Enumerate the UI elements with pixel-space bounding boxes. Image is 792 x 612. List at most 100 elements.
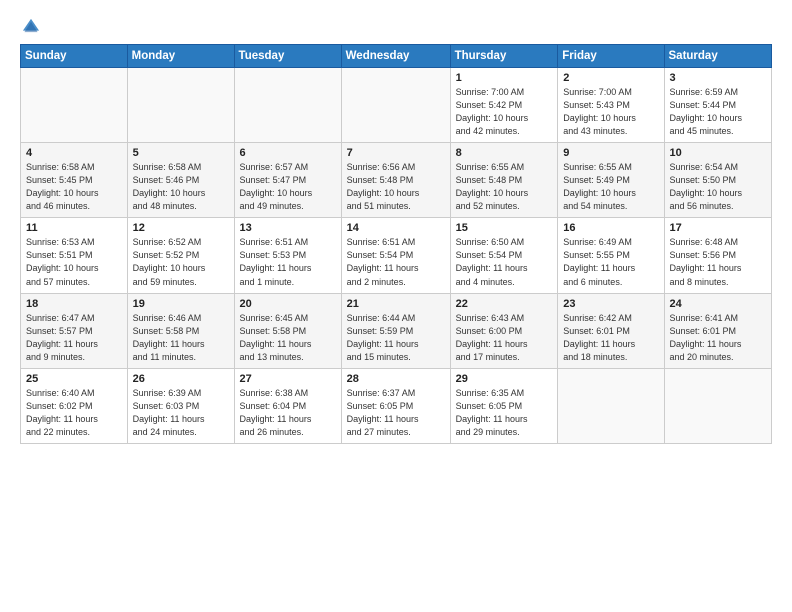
calendar-cell	[234, 68, 341, 143]
day-number: 2	[563, 72, 658, 84]
day-info: Sunrise: 6:40 AMSunset: 6:02 PMDaylight:…	[26, 387, 122, 439]
page-header	[20, 16, 772, 38]
calendar-cell	[558, 368, 664, 443]
calendar-cell: 23 Sunrise: 6:42 AMSunset: 6:01 PMDayligh…	[558, 293, 664, 368]
day-number: 18	[26, 298, 122, 310]
day-number: 28	[347, 373, 445, 385]
day-number: 26	[133, 373, 229, 385]
day-info: Sunrise: 6:53 AMSunset: 5:51 PMDaylight:…	[26, 236, 122, 288]
calendar-dow-tuesday: Tuesday	[234, 45, 341, 68]
day-info: Sunrise: 6:38 AMSunset: 6:04 PMDaylight:…	[240, 387, 336, 439]
calendar-dow-sunday: Sunday	[21, 45, 128, 68]
calendar-cell	[127, 68, 234, 143]
logo-icon	[20, 16, 42, 38]
day-info: Sunrise: 6:58 AMSunset: 5:46 PMDaylight:…	[133, 161, 229, 213]
calendar-cell: 20 Sunrise: 6:45 AMSunset: 5:58 PMDayligh…	[234, 293, 341, 368]
day-info: Sunrise: 6:52 AMSunset: 5:52 PMDaylight:…	[133, 236, 229, 288]
day-number: 8	[456, 147, 553, 159]
calendar-cell: 25 Sunrise: 6:40 AMSunset: 6:02 PMDayligh…	[21, 368, 128, 443]
day-number: 16	[563, 222, 658, 234]
calendar-week-row: 25 Sunrise: 6:40 AMSunset: 6:02 PMDayligh…	[21, 368, 772, 443]
day-info: Sunrise: 6:42 AMSunset: 6:01 PMDaylight:…	[563, 312, 658, 364]
day-number: 13	[240, 222, 336, 234]
calendar-table: SundayMondayTuesdayWednesdayThursdayFrid…	[20, 44, 772, 444]
day-number: 7	[347, 147, 445, 159]
calendar-cell: 19Sunrise: 6:46 AMSunset: 5:58 PMDayligh…	[127, 293, 234, 368]
day-info: Sunrise: 6:57 AMSunset: 5:47 PMDaylight:…	[240, 161, 336, 213]
day-info: Sunrise: 6:55 AMSunset: 5:48 PMDaylight:…	[456, 161, 553, 213]
calendar-cell: 21 Sunrise: 6:44 AMSunset: 5:59 PMDayligh…	[341, 293, 450, 368]
calendar-week-row: 11 Sunrise: 6:53 AMSunset: 5:51 PMDayligh…	[21, 218, 772, 293]
day-number: 29	[456, 373, 553, 385]
day-info: Sunrise: 6:49 AMSunset: 5:55 PMDaylight:…	[563, 236, 658, 288]
calendar-cell	[21, 68, 128, 143]
calendar-cell: 10 Sunrise: 6:54 AMSunset: 5:50 PMDayligh…	[664, 143, 772, 218]
day-info: Sunrise: 6:48 AMSunset: 5:56 PMDaylight:…	[670, 236, 767, 288]
calendar-cell: 3Sunrise: 6:59 AMSunset: 5:44 PMDaylight…	[664, 68, 772, 143]
calendar-cell: 14 Sunrise: 6:51 AMSunset: 5:54 PMDayligh…	[341, 218, 450, 293]
calendar-cell: 12 Sunrise: 6:52 AMSunset: 5:52 PMDayligh…	[127, 218, 234, 293]
day-info: Sunrise: 6:41 AMSunset: 6:01 PMDaylight:…	[670, 312, 767, 364]
calendar-cell: 2 Sunrise: 7:00 AMSunset: 5:43 PMDaylight…	[558, 68, 664, 143]
calendar-cell: 26Sunrise: 6:39 AMSunset: 6:03 PMDayligh…	[127, 368, 234, 443]
day-info: Sunrise: 6:50 AMSunset: 5:54 PMDaylight:…	[456, 236, 553, 288]
calendar-cell: 15Sunrise: 6:50 AMSunset: 5:54 PMDayligh…	[450, 218, 558, 293]
day-number: 10	[670, 147, 767, 159]
calendar-cell: 28 Sunrise: 6:37 AMSunset: 6:05 PMDayligh…	[341, 368, 450, 443]
calendar-week-row: 18 Sunrise: 6:47 AMSunset: 5:57 PMDayligh…	[21, 293, 772, 368]
day-number: 20	[240, 298, 336, 310]
calendar-cell: 4 Sunrise: 6:58 AMSunset: 5:45 PMDaylight…	[21, 143, 128, 218]
day-number: 4	[26, 147, 122, 159]
day-number: 3	[670, 72, 767, 84]
day-info: Sunrise: 6:45 AMSunset: 5:58 PMDaylight:…	[240, 312, 336, 364]
calendar-cell: 7 Sunrise: 6:56 AMSunset: 5:48 PMDaylight…	[341, 143, 450, 218]
calendar-cell: 8 Sunrise: 6:55 AMSunset: 5:48 PMDaylight…	[450, 143, 558, 218]
day-info: Sunrise: 6:58 AMSunset: 5:45 PMDaylight:…	[26, 161, 122, 213]
calendar-cell: 11 Sunrise: 6:53 AMSunset: 5:51 PMDayligh…	[21, 218, 128, 293]
calendar-cell: 29 Sunrise: 6:35 AMSunset: 6:05 PMDayligh…	[450, 368, 558, 443]
calendar-cell: 17 Sunrise: 6:48 AMSunset: 5:56 PMDayligh…	[664, 218, 772, 293]
day-number: 12	[133, 222, 229, 234]
day-number: 14	[347, 222, 445, 234]
day-info: Sunrise: 6:43 AMSunset: 6:00 PMDaylight:…	[456, 312, 553, 364]
calendar-cell: 13Sunrise: 6:51 AMSunset: 5:53 PMDayligh…	[234, 218, 341, 293]
calendar-cell: 27Sunrise: 6:38 AMSunset: 6:04 PMDayligh…	[234, 368, 341, 443]
day-number: 17	[670, 222, 767, 234]
calendar-dow-monday: Monday	[127, 45, 234, 68]
day-number: 21	[347, 298, 445, 310]
day-info: Sunrise: 6:56 AMSunset: 5:48 PMDaylight:…	[347, 161, 445, 213]
calendar-dow-saturday: Saturday	[664, 45, 772, 68]
calendar-cell: 9 Sunrise: 6:55 AMSunset: 5:49 PMDaylight…	[558, 143, 664, 218]
day-number: 22	[456, 298, 553, 310]
day-number: 1	[456, 72, 553, 84]
day-info: Sunrise: 6:54 AMSunset: 5:50 PMDaylight:…	[670, 161, 767, 213]
day-number: 9	[563, 147, 658, 159]
calendar-cell: 18 Sunrise: 6:47 AMSunset: 5:57 PMDayligh…	[21, 293, 128, 368]
day-info: Sunrise: 6:51 AMSunset: 5:54 PMDaylight:…	[347, 236, 445, 288]
day-number: 25	[26, 373, 122, 385]
calendar-cell	[341, 68, 450, 143]
calendar-cell: 24 Sunrise: 6:41 AMSunset: 6:01 PMDayligh…	[664, 293, 772, 368]
day-number: 23	[563, 298, 658, 310]
calendar-week-row: 1Sunrise: 7:00 AMSunset: 5:42 PMDaylight…	[21, 68, 772, 143]
day-info: Sunrise: 6:46 AMSunset: 5:58 PMDaylight:…	[133, 312, 229, 364]
calendar-cell: 6 Sunrise: 6:57 AMSunset: 5:47 PMDaylight…	[234, 143, 341, 218]
day-info: Sunrise: 6:47 AMSunset: 5:57 PMDaylight:…	[26, 312, 122, 364]
calendar-header-row: SundayMondayTuesdayWednesdayThursdayFrid…	[21, 45, 772, 68]
day-number: 11	[26, 222, 122, 234]
calendar-dow-friday: Friday	[558, 45, 664, 68]
calendar-cell	[664, 368, 772, 443]
day-info: Sunrise: 6:35 AMSunset: 6:05 PMDaylight:…	[456, 387, 553, 439]
day-number: 24	[670, 298, 767, 310]
calendar-cell: 1Sunrise: 7:00 AMSunset: 5:42 PMDaylight…	[450, 68, 558, 143]
calendar-cell: 22 Sunrise: 6:43 AMSunset: 6:00 PMDayligh…	[450, 293, 558, 368]
day-info: Sunrise: 6:44 AMSunset: 5:59 PMDaylight:…	[347, 312, 445, 364]
day-info: Sunrise: 7:00 AMSunset: 5:43 PMDaylight:…	[563, 86, 658, 138]
calendar-cell: 16 Sunrise: 6:49 AMSunset: 5:55 PMDayligh…	[558, 218, 664, 293]
calendar-dow-wednesday: Wednesday	[341, 45, 450, 68]
day-info: Sunrise: 6:37 AMSunset: 6:05 PMDaylight:…	[347, 387, 445, 439]
calendar-week-row: 4 Sunrise: 6:58 AMSunset: 5:45 PMDaylight…	[21, 143, 772, 218]
day-number: 6	[240, 147, 336, 159]
day-info: Sunrise: 6:55 AMSunset: 5:49 PMDaylight:…	[563, 161, 658, 213]
calendar-dow-thursday: Thursday	[450, 45, 558, 68]
